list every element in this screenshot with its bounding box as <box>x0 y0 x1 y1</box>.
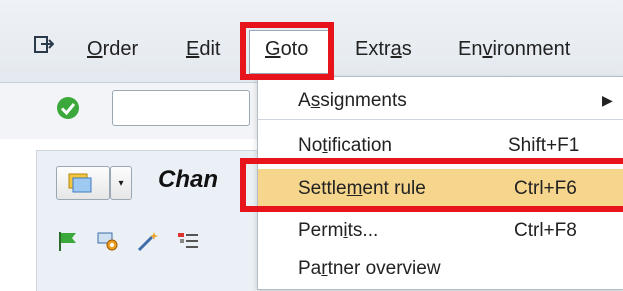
menu-edit-mnemonic: E <box>186 38 200 60</box>
display-change-icon <box>68 173 92 193</box>
menu-extras-text: Extr <box>355 38 391 60</box>
label-part: ent rule <box>362 178 426 199</box>
submenu-arrow-icon: ▶ <box>602 92 613 108</box>
structure-icon[interactable] <box>176 230 200 252</box>
menu-option-label: Partner overview <box>298 258 441 280</box>
change-display-button[interactable] <box>56 166 110 200</box>
menu-option-shortcut: Ctrl+F6 <box>514 178 577 199</box>
menu-environment-mnemonic: v <box>482 38 493 60</box>
menu-extras-text-rest: s <box>401 38 412 60</box>
menu-option-label: Settlement rule <box>298 178 426 200</box>
menu-option-label: Assignments <box>298 90 407 112</box>
menu-option-permits[interactable]: Permits... Ctrl+F8 <box>258 213 623 249</box>
label-part: signments <box>320 90 407 111</box>
magic-wand-icon[interactable] <box>136 230 160 252</box>
menu-separator <box>258 119 623 120</box>
menu-edit-text-rest: dit <box>199 38 221 60</box>
flag-icon[interactable] <box>56 230 80 252</box>
menu-edit[interactable]: Edit <box>186 38 220 61</box>
label-part: ification <box>327 135 392 156</box>
goto-dropdown-menu: Assignments ▶ Notification Shift+F1 Sett… <box>257 76 623 290</box>
menu-option-notification[interactable]: Notification Shift+F1 <box>258 128 623 164</box>
menu-environment-text-rest: ironment <box>492 38 571 60</box>
menu-environment[interactable]: Environment <box>458 38 570 61</box>
label-part: Perm <box>298 220 344 241</box>
menu-extras[interactable]: Extras <box>355 38 412 61</box>
menu-option-settlement-rule[interactable]: Settlement rule Ctrl+F6 <box>258 169 623 209</box>
menu-extras-mnemonic: a <box>390 38 402 60</box>
menu-option-shortcut: Shift+F1 <box>508 135 580 156</box>
menu-order[interactable]: Order <box>87 38 138 61</box>
label-mnemonic: m <box>346 178 363 199</box>
label-part: Settle <box>298 178 347 199</box>
change-display-dropdown[interactable]: ▾ <box>110 166 132 200</box>
settings-gear-icon[interactable] <box>96 230 120 252</box>
label-mnemonic: s <box>310 90 321 111</box>
menu-option-shortcut: Ctrl+F8 <box>514 220 577 241</box>
menu-option-label: Permits... <box>298 220 378 242</box>
menu-option-assignments[interactable]: Assignments ▶ <box>258 83 623 119</box>
exit-menu-icon[interactable] <box>34 36 54 54</box>
label-part: tner overview <box>327 258 441 279</box>
label-part: A <box>298 90 311 111</box>
menu-goto-mnemonic: G <box>265 38 281 60</box>
menu-order-text-rest: rder <box>102 38 139 60</box>
menu-order-mnemonic: O <box>87 38 103 60</box>
command-field[interactable] <box>112 90 250 126</box>
menu-option-partner-overview[interactable]: Partner overview <box>258 251 623 287</box>
label-part: No <box>298 135 323 156</box>
label-part: ts... <box>347 220 379 241</box>
menu-option-label: Notification <box>298 135 392 157</box>
menu-environment-text: En <box>458 38 483 60</box>
label-part: Pa <box>298 258 322 279</box>
enter-check-icon[interactable] <box>56 96 80 120</box>
menu-goto[interactable]: Goto <box>265 38 308 61</box>
menu-goto-text-rest: oto <box>280 38 309 60</box>
page-title: Chan <box>158 166 218 193</box>
